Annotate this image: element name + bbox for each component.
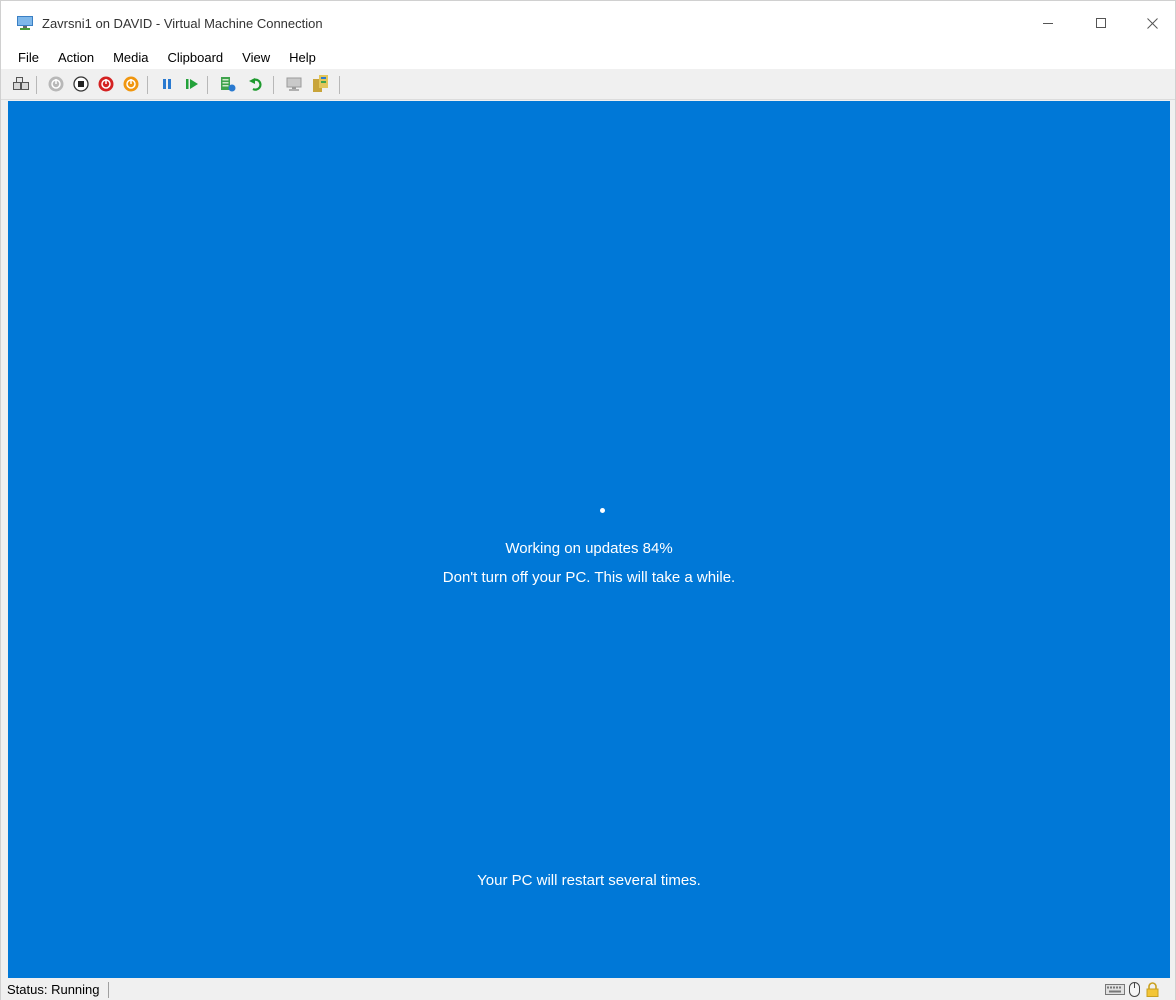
keyboard-status [1105,982,1125,997]
update-progress-text: Working on updates 84% [505,540,673,557]
maximize-icon [1096,18,1106,28]
vm-display[interactable]: Working on updates 84% Don't turn off yo… [8,101,1170,978]
turn-off-icon [73,76,89,92]
enhanced-session-icon [286,77,302,91]
minimize-button[interactable] [1025,1,1071,45]
toolbar-separator [36,76,37,94]
mouse-status [1129,982,1140,997]
toolbar-separator [147,76,148,94]
shut-down-button[interactable] [97,75,115,93]
close-icon [1146,17,1158,29]
lock-status [1146,982,1159,997]
checkpoint-button[interactable] [219,75,237,93]
menu-bar: File Action Media Clipboard View Help [1,45,1175,69]
menu-file[interactable]: File [18,50,39,65]
keyboard-icon [1105,984,1125,995]
menu-clipboard[interactable]: Clipboard [168,50,224,65]
resume-button[interactable] [183,75,201,93]
toolbar-separator [207,76,208,94]
status-bar: Status: Running [1,979,1175,1000]
lock-icon [1146,982,1159,997]
checkpoint-icon [221,77,236,92]
menu-media[interactable]: Media [113,50,148,65]
start-button[interactable] [47,75,65,93]
status-text: Status: Running [7,982,109,998]
pause-button[interactable] [158,75,176,93]
share-button[interactable] [312,75,330,93]
toolbar [1,69,1175,100]
window-title: Zavrsni1 on DAVID - Virtual Machine Conn… [42,16,323,31]
ctrl-alt-del-icon [13,77,29,90]
title-bar: Zavrsni1 on DAVID - Virtual Machine Conn… [1,1,1175,45]
menu-help[interactable]: Help [289,50,316,65]
vm-connection-window: Zavrsni1 on DAVID - Virtual Machine Conn… [0,0,1176,1000]
minimize-icon [1043,23,1053,24]
shut-down-icon [98,76,114,92]
menu-view[interactable]: View [242,50,270,65]
vm-connection-app-icon [17,16,33,30]
pause-icon [163,79,171,89]
toolbar-separator [339,76,340,94]
share-icon [313,75,328,92]
revert-button[interactable] [247,75,265,93]
turn-off-button[interactable] [72,75,90,93]
restart-notice-text: Your PC will restart several times. [477,872,701,889]
ctrl-alt-del-button[interactable] [12,75,30,93]
maximize-button[interactable] [1078,1,1124,45]
menu-action[interactable]: Action [58,50,94,65]
mouse-icon [1129,982,1140,997]
close-button[interactable] [1129,1,1175,45]
save-button[interactable] [122,75,140,93]
toolbar-separator [273,76,274,94]
enhanced-session-button[interactable] [285,75,303,93]
save-icon [123,76,139,92]
update-warning-text: Don't turn off your PC. This will take a… [442,569,736,586]
revert-icon [249,78,262,91]
spinner-dot [600,508,605,513]
start-icon [48,76,64,92]
resume-icon [186,79,198,89]
